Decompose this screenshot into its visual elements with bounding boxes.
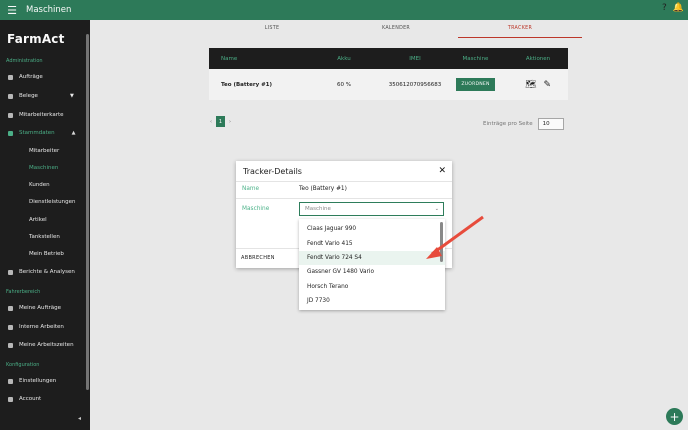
arrow-line [431,215,484,256]
annotation-arrow-icon [426,215,484,259]
